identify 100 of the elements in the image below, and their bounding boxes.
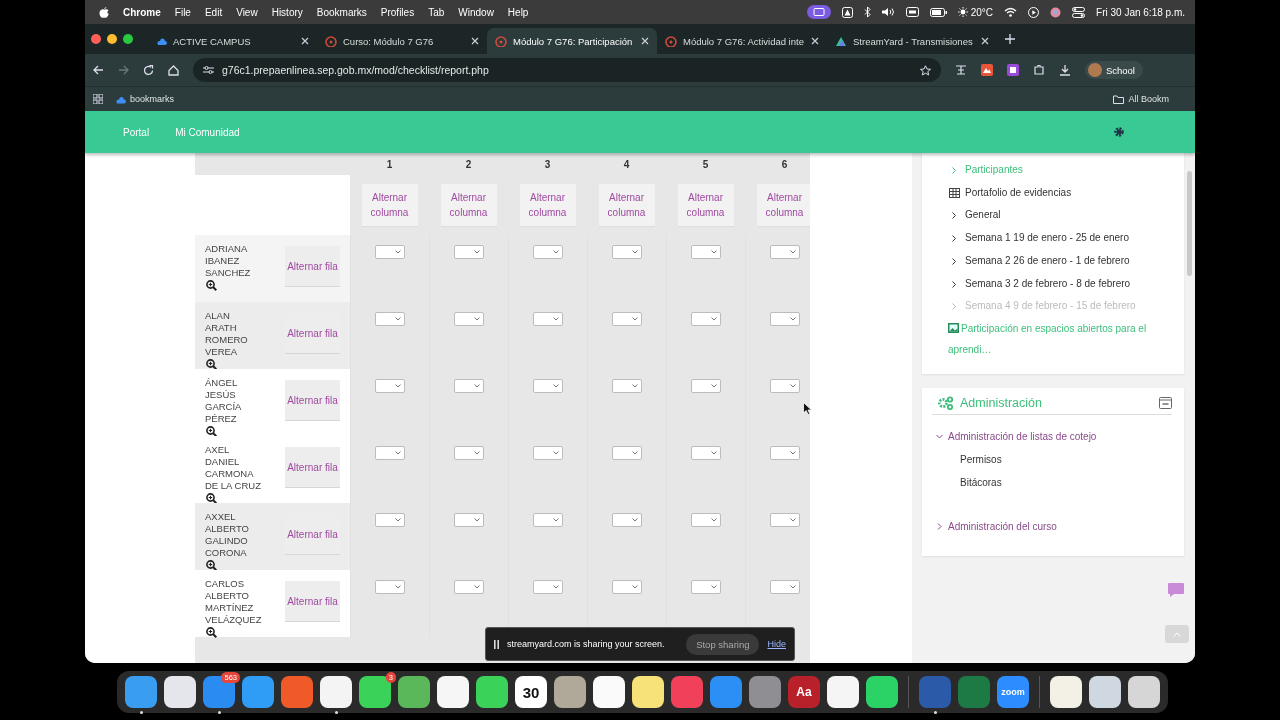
zoom-icon[interactable] xyxy=(206,280,217,291)
tree-item[interactable]: Administración del curso xyxy=(932,514,1172,538)
course-nav-item[interactable]: Semana 1 19 de enero - 25 de enero xyxy=(952,227,1172,250)
zoom-icon[interactable] xyxy=(206,359,217,370)
app-icon[interactable] xyxy=(476,676,508,708)
apple-icon[interactable] xyxy=(99,6,109,18)
app-icon[interactable] xyxy=(1089,676,1121,708)
menu-item[interactable]: File xyxy=(174,6,191,18)
star-icon[interactable] xyxy=(919,64,931,76)
puzzle-icon[interactable] xyxy=(1032,64,1045,76)
toggle-column-button[interactable]: Alternar columna xyxy=(598,184,655,226)
toggle-column-button[interactable]: Alternar columna xyxy=(677,184,734,226)
triangle-icon[interactable] xyxy=(841,6,853,18)
pause-icon xyxy=(494,639,499,649)
app-icon[interactable] xyxy=(593,676,625,708)
clock-text[interactable]: Fri 30 Jan 6:18 p.m. xyxy=(1096,6,1185,18)
hide-link[interactable]: Hide xyxy=(767,639,786,649)
stop-sharing-button[interactable]: Stop sharing xyxy=(686,633,760,655)
app-icon[interactable] xyxy=(1128,676,1160,708)
menu-item[interactable]: View xyxy=(236,6,258,18)
browser-tab[interactable]: Módulo 7 G76: Participación xyxy=(487,28,657,54)
forward-icon[interactable] xyxy=(118,65,129,75)
app-icon[interactable]: 30 xyxy=(515,676,547,708)
apps-grid-icon[interactable] xyxy=(93,94,103,104)
bookmark-item[interactable]: All Bookm xyxy=(1113,94,1169,104)
translate-icon[interactable] xyxy=(954,64,967,76)
site-settings-icon[interactable] xyxy=(203,65,214,75)
scrollbar-thumb[interactable] xyxy=(1187,171,1192,276)
app-icon[interactable] xyxy=(1050,676,1082,708)
zoom-icon[interactable] xyxy=(206,426,217,437)
toggle-column-button[interactable]: Alternar columna xyxy=(361,184,418,226)
tree-item[interactable]: Permisos xyxy=(932,447,1172,471)
app-icon[interactable] xyxy=(398,676,430,708)
home-icon[interactable] xyxy=(168,64,179,76)
bookmark-item[interactable]: bookmarks xyxy=(115,94,174,104)
toggle-column-button[interactable]: Alternar columna xyxy=(756,184,810,226)
color-circle-icon[interactable] xyxy=(1050,6,1062,18)
app-icon[interactable] xyxy=(632,676,664,708)
close-icon[interactable] xyxy=(641,37,649,45)
browser-tab[interactable]: Curso: Módulo 7 G76 xyxy=(317,28,487,54)
menu-item[interactable]: Window xyxy=(458,6,494,18)
app-icon[interactable] xyxy=(203,676,235,708)
toggle-row-button[interactable]: Alternar fila xyxy=(285,581,340,621)
close-icon[interactable] xyxy=(981,37,989,45)
browser-tab[interactable]: ACTIVE CAMPUS xyxy=(147,28,317,54)
tree-item[interactable]: Administración de listas de cotejo xyxy=(932,424,1172,448)
browser-tab[interactable]: Módulo 7 G76: Actividad inte xyxy=(657,28,827,54)
screen-share-icon[interactable] xyxy=(806,5,831,19)
toggle-row-button[interactable]: Alternar fila xyxy=(285,447,340,487)
menu-item[interactable]: History xyxy=(271,6,303,18)
play-icon[interactable] xyxy=(1028,6,1040,18)
download-icon[interactable] xyxy=(1058,64,1071,76)
zoom-icon[interactable] xyxy=(206,493,217,504)
menu-item[interactable]: Tab xyxy=(428,6,445,18)
zoom-icon[interactable] xyxy=(206,627,217,638)
column-number: 1 xyxy=(386,158,393,170)
extension-icon[interactable] xyxy=(1006,64,1019,76)
battery-icon[interactable] xyxy=(929,7,947,17)
weather-reading[interactable]: 20°C xyxy=(957,6,994,18)
menu-item[interactable]: Edit xyxy=(204,6,223,18)
app-icon[interactable] xyxy=(866,676,898,708)
new-tab-icon[interactable] xyxy=(1005,34,1015,44)
course-nav-item[interactable]: Portafolio de evidencias xyxy=(949,181,1172,205)
app-icon[interactable]: Aa xyxy=(788,676,820,708)
close-icon[interactable] xyxy=(811,37,819,45)
address-bar[interactable]: g76c1.prepaenlinea.sep.gob.mx/mod/checklist/report.php xyxy=(193,58,941,82)
course-nav-item[interactable]: Semana 2 26 de enero - 1 de febrero xyxy=(952,249,1172,273)
menu-item[interactable]: Help xyxy=(507,6,529,18)
close-icon[interactable] xyxy=(301,37,309,45)
toggle-column-button[interactable]: Alternar columna xyxy=(440,184,497,226)
zoom-icon[interactable] xyxy=(206,560,217,571)
toggle-row-button[interactable]: Alternar fila xyxy=(285,380,340,420)
course-nav-item[interactable]: Semana 3 2 de febrero - 8 de febrero xyxy=(952,272,1172,296)
app-icon[interactable] xyxy=(320,676,352,708)
app-icon[interactable] xyxy=(554,676,586,708)
toggle-column-button[interactable]: Alternar columna xyxy=(519,184,576,226)
profile-button[interactable]: School xyxy=(1084,61,1143,79)
wifi-icon[interactable] xyxy=(1004,7,1018,17)
app-icon[interactable] xyxy=(164,676,196,708)
toggle-row-button[interactable]: Alternar fila xyxy=(285,246,340,286)
reload-icon[interactable] xyxy=(143,64,154,76)
tree-item[interactable]: Bitácoras xyxy=(932,470,1172,494)
extension-icon[interactable] xyxy=(980,64,993,76)
menu-item[interactable]: Bookmarks xyxy=(316,6,367,18)
chevron-icon xyxy=(952,280,956,288)
app-icon[interactable] xyxy=(437,676,469,708)
display-icon[interactable] xyxy=(905,7,919,17)
collapse-icon[interactable] xyxy=(1159,396,1172,409)
back-icon[interactable] xyxy=(93,65,104,75)
app-icon[interactable] xyxy=(827,676,859,708)
control-center-icon[interactable] xyxy=(1072,6,1086,18)
volume-icon[interactable] xyxy=(881,7,895,17)
app-menu[interactable]: Chrome xyxy=(123,6,161,18)
app-icon[interactable] xyxy=(359,676,391,708)
browser-tab[interactable]: StreamYard - Transmisiones xyxy=(827,28,997,54)
settings-icon[interactable] xyxy=(1113,126,1125,138)
close-icon[interactable] xyxy=(471,37,479,45)
bluetooth-icon[interactable] xyxy=(863,6,871,18)
menu-item[interactable]: Profiles xyxy=(380,6,415,18)
course-nav-item[interactable]: General xyxy=(952,204,1172,228)
